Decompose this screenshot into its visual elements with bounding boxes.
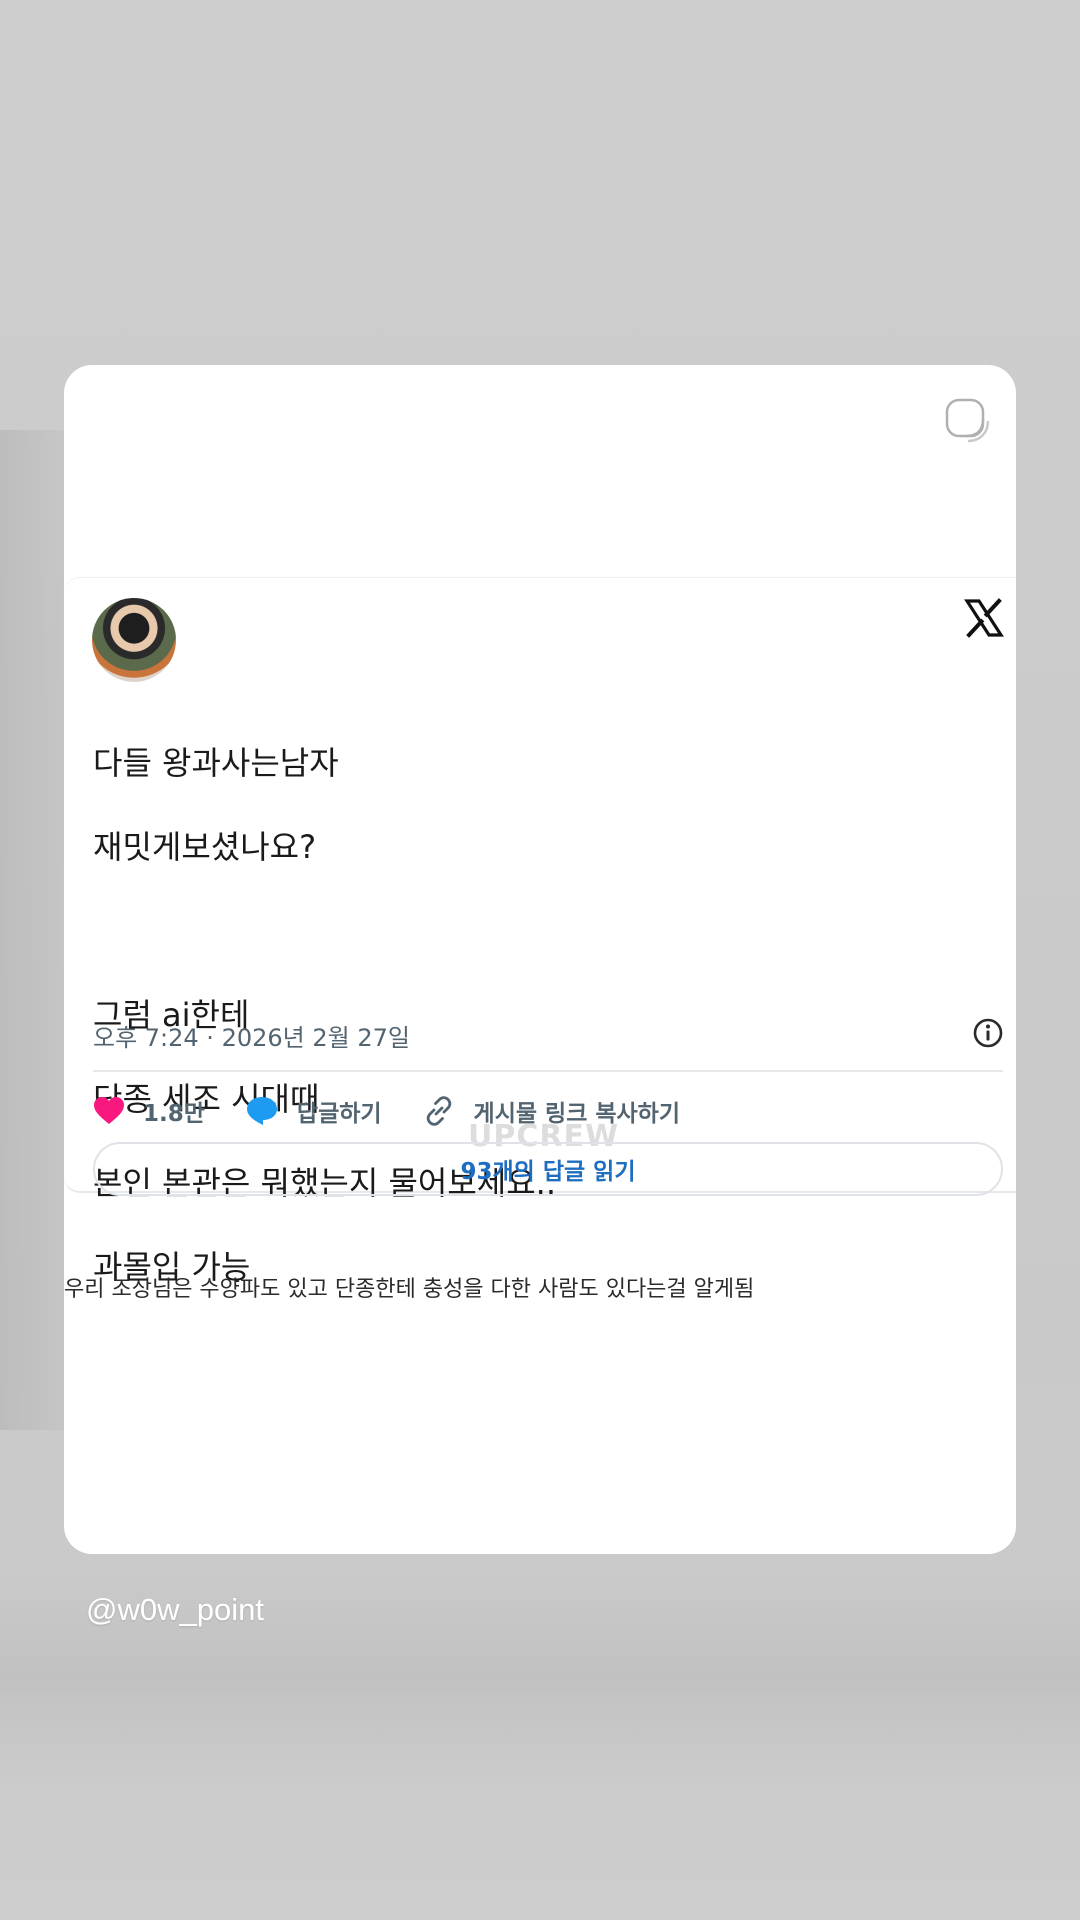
reply-button[interactable]: 답글하기: [245, 1094, 382, 1128]
story-caption: 우리 조상님은 수양파도 있고 단종한테 충성을 다한 사람도 있다는걸 알게됨: [64, 1277, 755, 1302]
like-button[interactable]: 1.8만: [93, 1094, 205, 1128]
link-icon: [426, 1096, 451, 1126]
sticker-icon[interactable]: [944, 397, 990, 443]
heart-icon: [94, 1097, 124, 1124]
info-icon[interactable]: [972, 1017, 1004, 1049]
tweet-text: 다들 왕과사는남자 재밋게보셨나요? 그럼 ai한테 단종 세조 시대때 본인 …: [93, 700, 953, 1330]
tweet-timestamp[interactable]: 오후 7:24 · 2026년 2월 27일: [93, 1018, 410, 1053]
tweet-line: 재밋게보셨나요?: [93, 828, 317, 866]
reply-label: 답글하기: [296, 1101, 382, 1127]
read-replies-button[interactable]: 93개의 답글 읽기: [93, 1142, 1003, 1196]
x-logo-icon[interactable]: [964, 598, 1004, 638]
read-replies-label: 93개의 답글 읽기: [460, 1159, 636, 1185]
speech-bubble-icon: [246, 1097, 277, 1125]
tweet-embed[interactable]: 다들 왕과사는남자 재밋게보셨나요? 그럼 ai한테 단종 세조 시대때 본인 …: [64, 577, 1016, 1286]
account-handle[interactable]: @w0w_point: [86, 1592, 264, 1628]
like-count: 1.8만: [143, 1101, 205, 1127]
story-card: 다들 왕과사는남자 재밋게보셨나요? 그럼 ai한테 단종 세조 시대때 본인 …: [64, 365, 1016, 1554]
avatar[interactable]: [92, 598, 176, 682]
tweet-actions: 1.8만 답글하기 게시물 링크 복사하기: [93, 1088, 720, 1134]
tweet-line: 다들 왕과사는남자: [93, 744, 339, 782]
divider: [93, 1070, 1003, 1072]
